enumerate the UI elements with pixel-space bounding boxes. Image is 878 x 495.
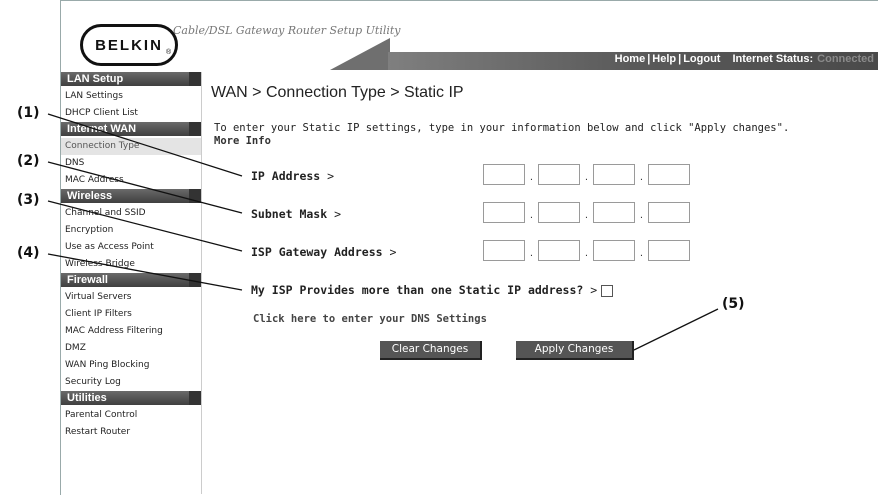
callout-lines bbox=[47, 113, 719, 351]
callout-line-2 bbox=[47, 161, 243, 214]
callout-line-1 bbox=[47, 113, 243, 177]
callout-line-4 bbox=[47, 253, 243, 291]
callout-line-3 bbox=[47, 200, 243, 252]
callout-line-5 bbox=[633, 308, 719, 351]
